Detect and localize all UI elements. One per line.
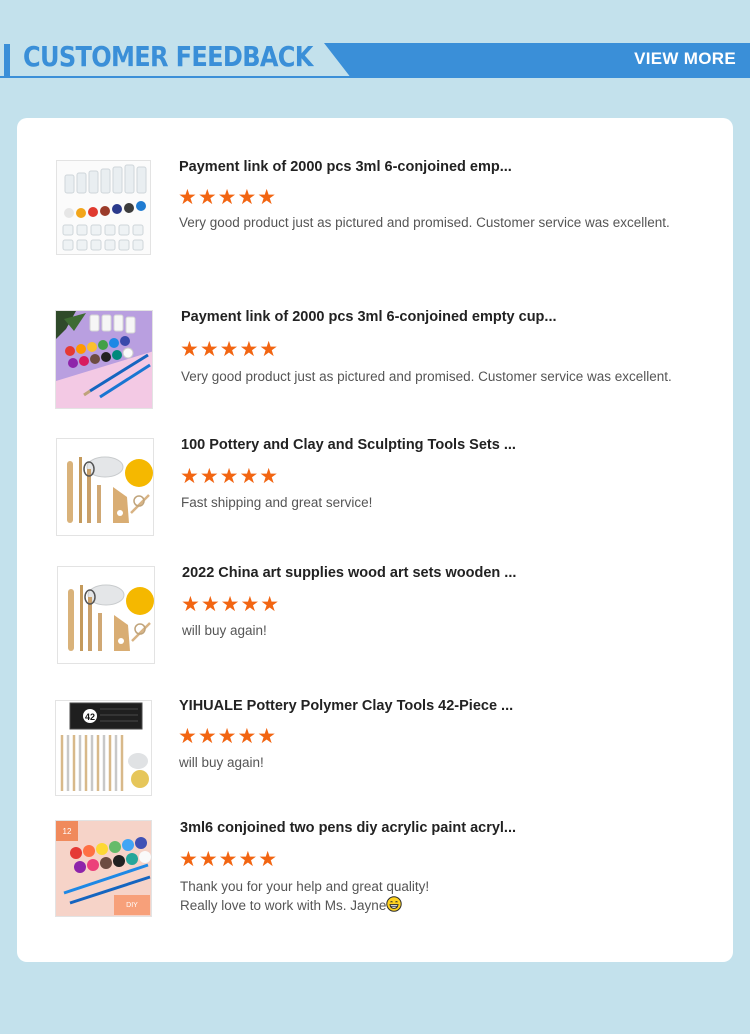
view-more-label: VIEW MORE (634, 49, 736, 68)
star-rating: ★★★★★ (179, 848, 279, 871)
review-item[interactable]: Payment link of 2000 pcs 3ml 6-conjoined… (17, 118, 733, 268)
product-image-cups-pink[interactable] (55, 310, 153, 409)
product-image-cups[interactable] (56, 160, 151, 255)
star-rating: ★★★★★ (180, 338, 280, 361)
paint-box-label: DIY (126, 902, 138, 909)
view-more-button[interactable]: VIEW MORE (324, 43, 750, 76)
review-text: Very good product just as pictured and p… (181, 369, 672, 384)
review-text: Very good product just as pictured and p… (179, 215, 670, 230)
review-text-line-1: Thank you for your help and great qualit… (180, 879, 430, 894)
review-item[interactable]: 100 Pottery and Clay and Sculpting Tools… (17, 408, 733, 536)
product-image-clay-tools-kit[interactable]: 42 (55, 700, 152, 796)
review-item[interactable]: 2022 China art supplies wood art sets wo… (17, 536, 733, 666)
grinning-face-icon (386, 896, 403, 917)
page-title: CUSTOMER FEEDBACK (23, 40, 313, 73)
star-rating: ★★★★★ (181, 593, 281, 616)
review-text-line-2-wrapper: Really love to work with Ms. Jayne (180, 896, 403, 917)
review-item[interactable]: 12 DIY 3ml6 conjoined two pens diy acryl… (17, 796, 733, 962)
product-image-pottery-tools[interactable] (57, 566, 155, 664)
review-product-title[interactable]: 2022 China art supplies wood art sets wo… (182, 565, 516, 581)
review-product-title[interactable]: 100 Pottery and Clay and Sculpting Tools… (181, 437, 516, 453)
star-rating: ★★★★★ (178, 186, 278, 209)
review-text: will buy again! (179, 755, 264, 770)
header: CUSTOMER FEEDBACK VIEW MORE (0, 0, 750, 90)
review-item[interactable]: Payment link of 2000 pcs 3ml 6-conjoined… (17, 268, 733, 409)
feedback-card: Payment link of 2000 pcs 3ml 6-conjoined… (17, 118, 733, 962)
review-text-line-2: Really love to work with Ms. Jayne (180, 898, 387, 913)
kit-badge-number: 42 (85, 712, 95, 722)
paint-box-number: 12 (63, 827, 72, 836)
review-text: will buy again! (182, 623, 267, 638)
star-rating: ★★★★★ (180, 465, 280, 488)
star-rating: ★★★★★ (178, 725, 278, 748)
review-text: Fast shipping and great service! (181, 495, 373, 510)
header-accent-bar (4, 44, 10, 77)
product-image-acrylic-paint-set[interactable]: 12 DIY (55, 820, 152, 917)
header-divider (0, 76, 750, 78)
review-product-title[interactable]: Payment link of 2000 pcs 3ml 6-conjoined… (179, 159, 512, 175)
review-item[interactable]: 42 YIHUALE Pottery Polymer Clay Tools 42… (17, 666, 733, 796)
review-product-title[interactable]: YIHUALE Pottery Polymer Clay Tools 42-Pi… (179, 698, 513, 714)
product-image-pottery-tools[interactable] (56, 438, 154, 536)
review-product-title[interactable]: 3ml6 conjoined two pens diy acrylic pain… (180, 820, 516, 836)
review-product-title[interactable]: Payment link of 2000 pcs 3ml 6-conjoined… (181, 309, 557, 325)
